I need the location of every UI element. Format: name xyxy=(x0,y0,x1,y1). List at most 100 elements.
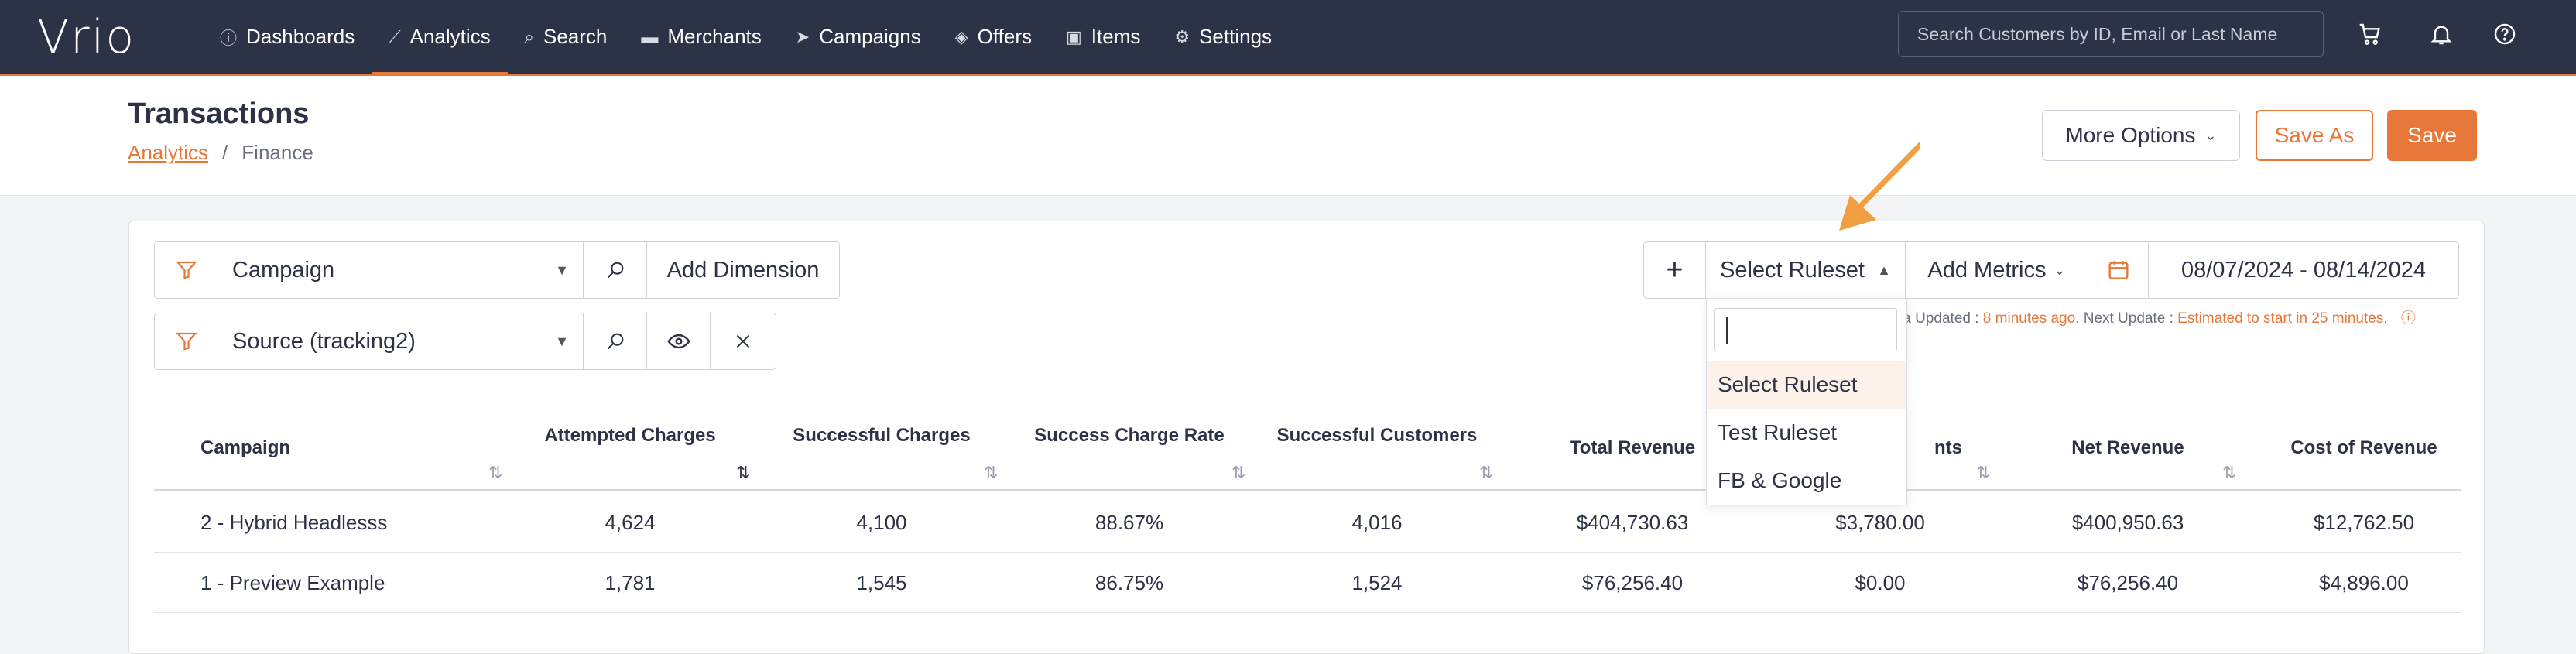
ruleset-option[interactable]: Select Ruleset xyxy=(1707,361,1906,409)
nav-dashboards[interactable]: ⓘ Dashboards xyxy=(203,0,372,74)
cell-cost: $12,762.50 xyxy=(2313,511,2415,534)
nav-label: Items xyxy=(1091,25,1141,48)
nav-label: Dashboards xyxy=(246,25,355,48)
cell-successful: 1,545 xyxy=(856,571,907,594)
more-options-button[interactable]: More Options ⌄ xyxy=(2042,110,2240,161)
cell-rate: 86.75% xyxy=(1094,571,1164,594)
dimension-select-source[interactable]: Source (tracking2) ▼ xyxy=(218,313,584,369)
cell-campaign: 1 - Preview Example xyxy=(200,571,385,594)
chevron-down-icon: ⌄ xyxy=(2204,127,2217,143)
table-row[interactable]: 2 - Hybrid Headlesss 4,624 4,100 88.67% … xyxy=(154,492,2461,553)
col-attempted-charges[interactable]: Attempted Charges xyxy=(533,423,727,449)
cell-customers: 1,524 xyxy=(1351,571,1403,594)
date-range-input[interactable]: 08/07/2024 - 08/14/2024 xyxy=(2149,242,2458,298)
nav-label: Campaigns xyxy=(819,25,921,48)
cell-successful: 4,100 xyxy=(856,511,907,534)
save-as-button[interactable]: Save As xyxy=(2256,110,2373,161)
update-label: ta Updated : xyxy=(1899,310,1983,327)
nav-merchants[interactable]: ▬ Merchants xyxy=(624,0,778,74)
layers-icon: ◈ xyxy=(954,26,968,46)
sort-icon[interactable]: ⇅ xyxy=(1976,463,1990,483)
filter-icon[interactable] xyxy=(155,242,218,298)
sort-icon[interactable]: ⇅ xyxy=(2222,463,2236,483)
next-update-label: Next Update : xyxy=(2079,310,2178,327)
update-status: ta Updated : 8 minutes ago. Next Update … xyxy=(1899,306,2416,327)
main-nav: ⓘ Dashboards ⟋ Analytics ⌕ Search ▬ Merchant… xyxy=(203,0,1289,76)
nav-campaigns[interactable]: ➤ Campaigns xyxy=(779,0,938,74)
nav-label: Search xyxy=(543,25,608,48)
cell-total-revenue: $76,256.40 xyxy=(1581,571,1684,594)
sort-desc-icon[interactable]: ⇅ xyxy=(736,463,750,483)
ruleset-option[interactable]: Test Ruleset xyxy=(1707,409,1906,457)
chevron-down-icon: ⌄ xyxy=(2054,262,2066,278)
cell-refunds: $0.00 xyxy=(1855,571,1906,594)
annotation-arrow-icon xyxy=(1839,142,1920,231)
nav-label: Settings xyxy=(1199,25,1273,48)
nav-label: Offers xyxy=(977,25,1032,48)
nav-label: Analytics xyxy=(409,25,491,48)
vrio-logo[interactable]: Vrio xyxy=(37,10,135,64)
metrics-toolbar: + Select Ruleset ▲ Add Metrics ⌄ 08/07/2… xyxy=(1643,241,2459,299)
add-dimension-button[interactable]: Add Dimension xyxy=(647,242,839,298)
col-net-revenue[interactable]: Net Revenue xyxy=(2027,435,2228,461)
sort-icon[interactable]: ⇅ xyxy=(1479,463,1493,483)
ruleset-search-input[interactable] xyxy=(1714,308,1897,351)
sort-icon[interactable]: ⇅ xyxy=(488,463,502,483)
breadcrumb: Analytics / Finance xyxy=(128,141,313,165)
nav-settings[interactable]: ⚙ Settings xyxy=(1157,0,1289,74)
dimension-value: Source (tracking2) xyxy=(232,328,416,354)
nav-items[interactable]: ▣ Items xyxy=(1049,0,1157,74)
cell-customers: 4,016 xyxy=(1351,511,1403,534)
col-refunds[interactable]: nts xyxy=(1934,435,2043,461)
add-plus-button[interactable]: + xyxy=(1644,242,1706,298)
caret-up-icon: ▲ xyxy=(1877,262,1891,278)
search-icon[interactable] xyxy=(584,242,647,298)
sort-icon[interactable]: ⇅ xyxy=(984,463,998,483)
save-button[interactable]: Save xyxy=(2387,110,2477,161)
filter-icon[interactable] xyxy=(155,313,218,369)
col-successful-charges[interactable]: Successful Charges xyxy=(789,423,975,449)
add-metrics-button[interactable]: Add Metrics ⌄ xyxy=(1906,242,2088,298)
close-icon[interactable] xyxy=(711,313,776,369)
nav-search[interactable]: ⌕ Search xyxy=(508,0,625,74)
table-row[interactable]: 1 - Preview Example 1,781 1,545 86.75% 1… xyxy=(154,553,2461,613)
breadcrumb-analytics-link[interactable]: Analytics xyxy=(128,141,208,165)
dimension-select-campaign[interactable]: Campaign ▼ xyxy=(218,242,584,298)
col-successful-customers[interactable]: Successful Customers xyxy=(1276,423,1478,449)
page-title: Transactions xyxy=(128,98,310,130)
caret-down-icon: ▼ xyxy=(555,333,569,349)
nav-analytics[interactable]: ⟋ Analytics xyxy=(372,0,509,76)
dimension-value: Campaign xyxy=(232,257,335,282)
bell-icon[interactable] xyxy=(2426,19,2457,50)
cell-attempted: 4,624 xyxy=(605,511,656,534)
send-icon: ➤ xyxy=(795,26,810,46)
eye-icon[interactable] xyxy=(647,313,711,369)
col-cost-of-revenue[interactable]: Cost of Revenue xyxy=(2267,435,2461,461)
ruleset-dropdown: Select Ruleset Test Ruleset FB & Google xyxy=(1706,298,1907,505)
ruleset-value: Select Ruleset xyxy=(1720,257,1865,282)
nav-label: Merchants xyxy=(667,25,762,48)
help-circle-icon[interactable]: ⓘ xyxy=(2401,310,2416,327)
cell-total-revenue: $404,730.63 xyxy=(1576,511,1689,534)
update-value: 8 minutes ago. xyxy=(1982,310,2080,327)
ruleset-option[interactable]: FB & Google xyxy=(1707,457,1906,505)
sort-icon[interactable]: ⇅ xyxy=(1231,463,1245,483)
chart-icon: ⟋ xyxy=(389,26,401,46)
nav-offers[interactable]: ◈ Offers xyxy=(938,0,1049,74)
gears-icon: ⚙ xyxy=(1174,26,1190,46)
ruleset-select[interactable]: Select Ruleset ▲ xyxy=(1706,242,1906,298)
dimension-filter-row-1: Campaign ▼ Add Dimension xyxy=(154,241,840,299)
col-total-revenue[interactable]: Total Revenue xyxy=(1532,435,1733,461)
search-icon[interactable] xyxy=(584,313,647,369)
col-success-charge-rate[interactable]: Success Charge Rate xyxy=(1029,423,1230,449)
cell-refunds: $3,780.00 xyxy=(1835,511,1925,534)
cell-cost: $4,896.00 xyxy=(2319,571,2409,594)
card-icon: ▬ xyxy=(641,26,659,46)
info-circle-icon: ⓘ xyxy=(220,28,238,48)
calendar-icon[interactable] xyxy=(2088,242,2149,298)
customer-search-input[interactable]: Search Customers by ID, Email or Last Na… xyxy=(1898,11,2324,57)
cart-icon[interactable] xyxy=(2355,19,2386,50)
col-campaign[interactable]: Campaign xyxy=(200,435,290,461)
box-icon: ▣ xyxy=(1065,26,1082,46)
help-icon[interactable] xyxy=(2489,19,2520,50)
